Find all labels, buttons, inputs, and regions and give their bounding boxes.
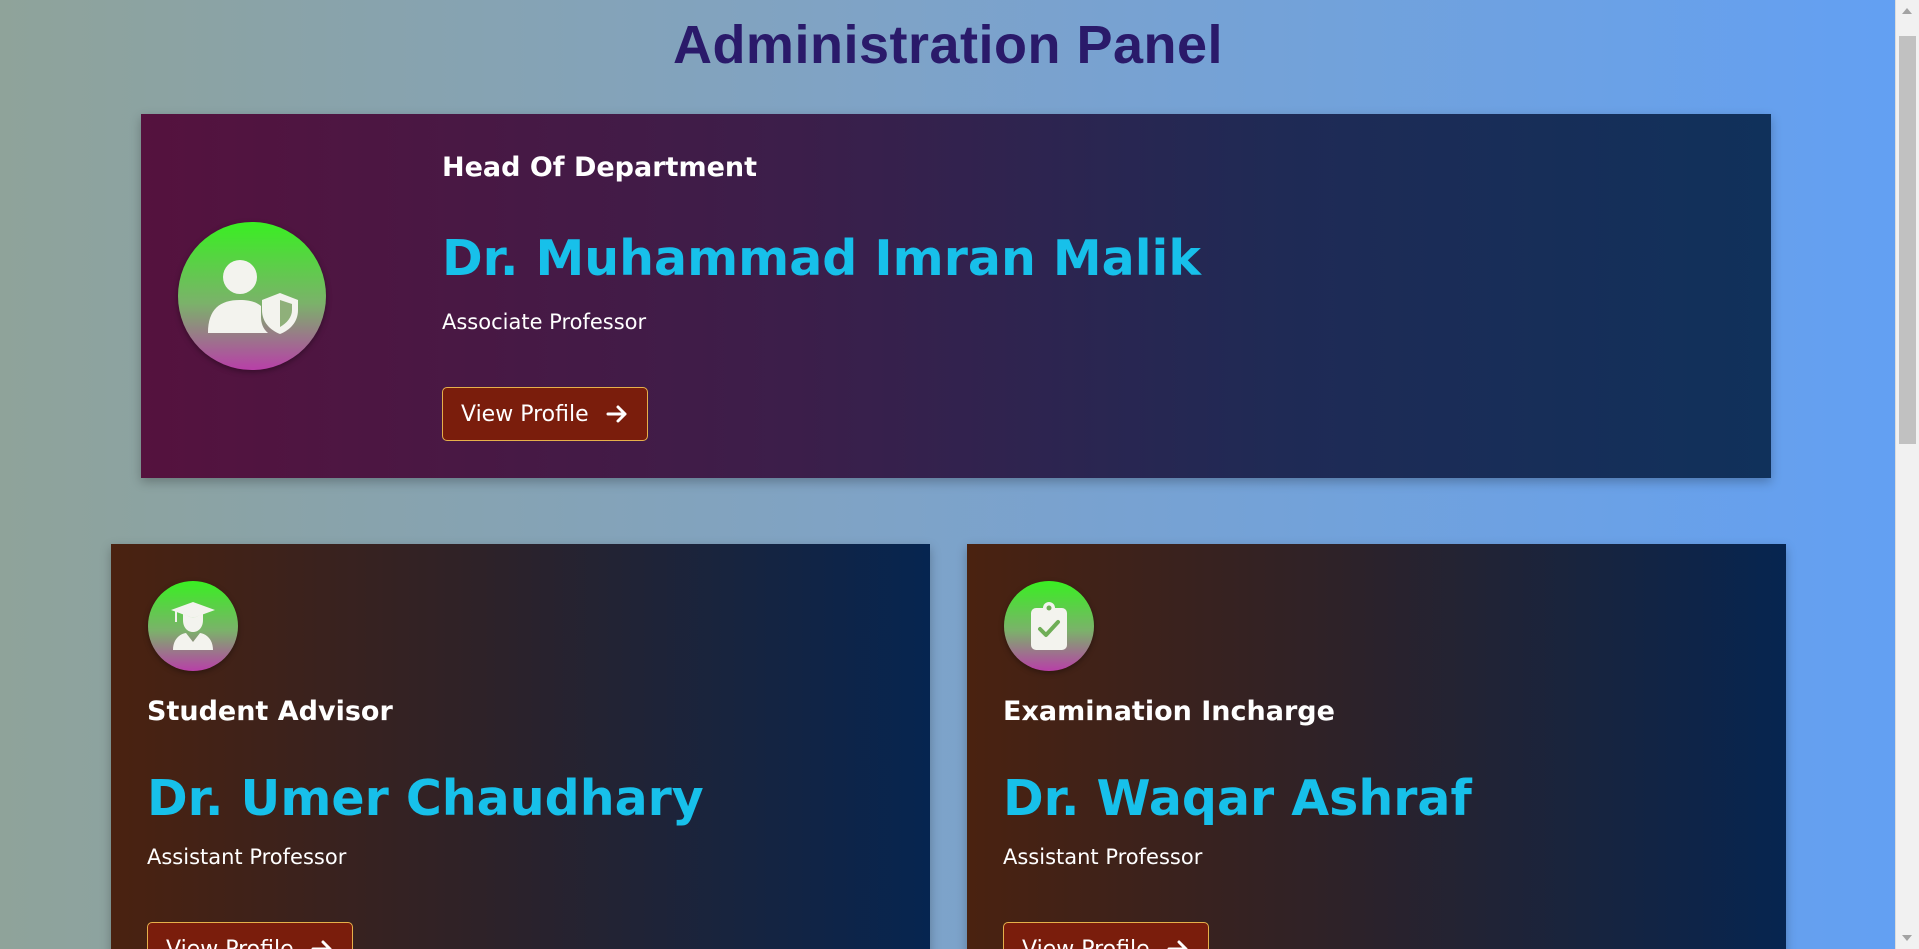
button-label: View Profile <box>461 401 589 427</box>
avatar <box>178 222 326 370</box>
scroll-down-arrow-icon[interactable] <box>1902 935 1912 941</box>
button-label: View Profile <box>166 936 294 949</box>
person-name: Dr. Waqar Ashraf <box>1003 770 1472 827</box>
person-title: Assistant Professor <box>147 845 347 869</box>
scroll-up-arrow-icon[interactable] <box>1902 8 1912 14</box>
role-label: Student Advisor <box>147 696 393 727</box>
page: Administration Panel Head Of Department … <box>0 0 1896 949</box>
view-profile-button[interactable]: View Profile <box>1003 922 1209 949</box>
scroll-thumb[interactable] <box>1899 36 1916 444</box>
person-title: Associate Professor <box>442 310 647 334</box>
avatar <box>1004 581 1094 671</box>
card-head-of-department: Head Of Department Dr. Muhammad Imran Ma… <box>141 114 1771 478</box>
clipboard-check-icon <box>1031 602 1067 650</box>
role-label: Examination Incharge <box>1003 696 1335 727</box>
view-profile-button[interactable]: View Profile <box>147 922 353 949</box>
button-label: View Profile <box>1022 936 1150 949</box>
arrow-right-icon <box>606 405 627 423</box>
arrow-right-icon <box>1167 940 1188 949</box>
page-title: Administration Panel <box>672 15 1224 75</box>
arrow-right-icon <box>311 940 332 949</box>
person-name: Dr. Umer Chaudhary <box>147 770 704 827</box>
person-name: Dr. Muhammad Imran Malik <box>442 230 1201 287</box>
card-student-advisor: Student Advisor Dr. Umer Chaudhary Assis… <box>111 544 930 949</box>
view-profile-button[interactable]: View Profile <box>442 387 648 441</box>
role-label: Head Of Department <box>442 152 758 183</box>
vertical-scrollbar[interactable] <box>1895 0 1919 949</box>
graduate-icon <box>171 602 215 650</box>
person-title: Assistant Professor <box>1003 845 1203 869</box>
avatar <box>148 581 238 671</box>
user-shield-icon <box>208 260 298 334</box>
card-examination-incharge: Examination Incharge Dr. Waqar Ashraf As… <box>967 544 1786 949</box>
